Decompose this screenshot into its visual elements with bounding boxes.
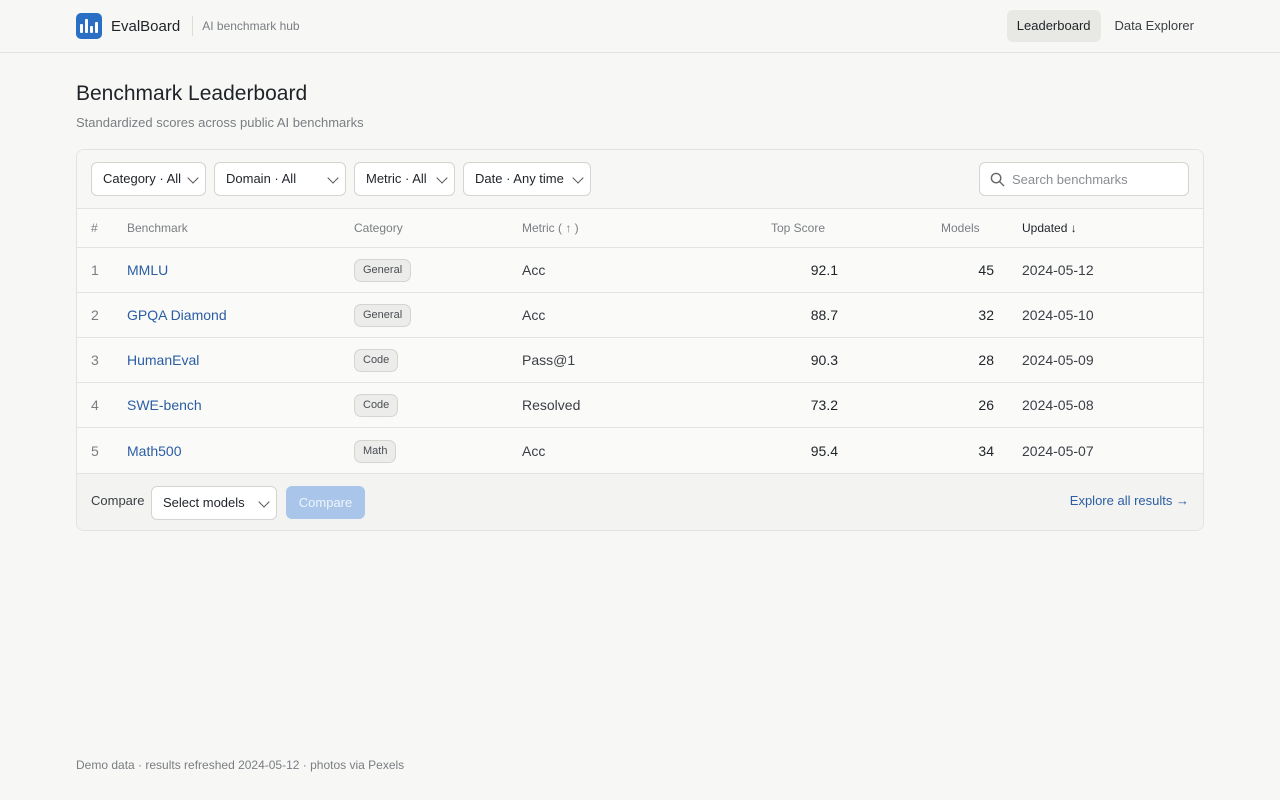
brand-divider xyxy=(192,16,194,36)
rank-cell: 1 xyxy=(91,262,99,278)
domain-filter-label: Domain · All xyxy=(226,171,297,186)
column-header-metric[interactable]: Metric ( ↑ ) xyxy=(522,209,579,248)
search-icon xyxy=(990,172,1005,187)
table-row[interactable]: 5 Math500 Math Acc 95.4 34 2024-05-07 xyxy=(77,429,1203,474)
updated-date-cell: 2024-05-09 xyxy=(1022,352,1094,368)
table-row[interactable]: 4 SWE-bench Code Resolved 73.2 26 2024-0… xyxy=(77,383,1203,428)
category-filter-dropdown[interactable]: Category · All xyxy=(91,162,206,196)
column-header-category[interactable]: Category xyxy=(354,209,403,248)
metric-cell: Acc xyxy=(522,307,546,323)
search-input[interactable] xyxy=(1012,163,1182,195)
brand-tagline: AI benchmark hub xyxy=(202,19,300,33)
column-header-benchmark[interactable]: Benchmark xyxy=(127,209,188,248)
models-count-cell: 34 xyxy=(978,443,994,459)
benchmark-link[interactable]: MMLU xyxy=(127,248,168,293)
page-subtitle: Standardized scores across public AI ben… xyxy=(76,115,364,130)
chevron-down-icon xyxy=(327,172,339,184)
chevron-down-icon xyxy=(436,172,448,184)
models-count-cell: 26 xyxy=(978,397,994,413)
top-score-cell: 73.2 xyxy=(810,397,838,413)
domain-filter-dropdown[interactable]: Domain · All xyxy=(214,162,346,196)
nav-leaderboard[interactable]: Leaderboard xyxy=(1006,10,1101,42)
updated-date-cell: 2024-05-07 xyxy=(1022,443,1094,459)
top-score-cell: 90.3 xyxy=(810,352,838,368)
models-count-cell: 32 xyxy=(978,307,994,323)
updated-date-cell: 2024-05-12 xyxy=(1022,262,1094,278)
benchmark-link[interactable]: Math500 xyxy=(127,429,181,474)
rank-cell: 5 xyxy=(91,443,99,459)
column-header-rank[interactable]: # xyxy=(91,209,98,248)
models-count-cell: 45 xyxy=(978,262,994,278)
nav-data-explorer[interactable]: Data Explorer xyxy=(1105,10,1204,42)
category-filter-label: Category · All xyxy=(103,171,182,186)
chevron-down-icon xyxy=(258,496,270,508)
chevron-down-icon xyxy=(187,172,199,184)
main-nav: Leaderboard Data Explorer xyxy=(1006,10,1204,42)
column-header-models[interactable]: Models xyxy=(941,209,980,248)
top-score-cell: 92.1 xyxy=(810,262,838,278)
filter-bar: Category · All Domain · All Metric · All… xyxy=(77,150,1203,209)
top-score-cell: 88.7 xyxy=(810,307,838,323)
rank-cell: 4 xyxy=(91,397,99,413)
metric-filter-dropdown[interactable]: Metric · All xyxy=(354,162,455,196)
page-title: Benchmark Leaderboard xyxy=(76,82,308,105)
bar-chart-logo-icon xyxy=(76,13,102,39)
compare-button[interactable]: Compare xyxy=(286,486,365,519)
top-navigation-bar: EvalBoard AI benchmark hub Leaderboard D… xyxy=(0,0,1280,53)
column-header-top-score[interactable]: Top Score xyxy=(771,209,825,248)
benchmark-link[interactable]: HumanEval xyxy=(127,338,199,383)
category-badge: Code xyxy=(354,394,399,417)
chevron-down-icon xyxy=(572,172,584,184)
explore-all-results-link[interactable]: Explore all results → xyxy=(1070,493,1189,508)
compare-bar: Compare Select models Compare Explore al… xyxy=(77,474,1203,530)
metric-filter-label: Metric · All xyxy=(366,171,427,186)
brand-name: EvalBoard xyxy=(111,17,181,35)
category-badge: General xyxy=(354,304,412,327)
select-models-label: Select models xyxy=(163,495,245,510)
metric-cell: Acc xyxy=(522,443,546,459)
table-row[interactable]: 1 MMLU General Acc 92.1 45 2024-05-12 xyxy=(77,248,1203,293)
updated-date-cell: 2024-05-10 xyxy=(1022,307,1094,323)
footer-note: Demo data · results refreshed 2024-05-12… xyxy=(76,758,405,772)
updated-date-cell: 2024-05-08 xyxy=(1022,397,1094,413)
search-box xyxy=(979,162,1189,196)
table-row[interactable]: 3 HumanEval Code Pass@1 90.3 28 2024-05-… xyxy=(77,338,1203,383)
table-row[interactable]: 2 GPQA Diamond General Acc 88.7 32 2024-… xyxy=(77,293,1203,338)
brand[interactable]: EvalBoard AI benchmark hub xyxy=(76,13,300,39)
metric-cell: Acc xyxy=(522,262,546,278)
leaderboard-card: Category · All Domain · All Metric · All… xyxy=(76,149,1204,531)
metric-cell: Pass@1 xyxy=(522,352,576,368)
category-badge: General xyxy=(354,259,412,282)
metric-cell: Resolved xyxy=(522,397,581,413)
column-header-updated[interactable]: Updated ↓ xyxy=(1022,209,1077,248)
benchmark-link[interactable]: GPQA Diamond xyxy=(127,293,227,338)
select-models-dropdown[interactable]: Select models xyxy=(151,486,277,520)
rank-cell: 2 xyxy=(91,307,99,323)
category-badge: Math xyxy=(354,440,397,463)
top-score-cell: 95.4 xyxy=(810,443,838,459)
table-header: # Benchmark Category Metric ( ↑ ) Top Sc… xyxy=(77,209,1203,248)
date-filter-dropdown[interactable]: Date · Any time xyxy=(463,162,591,196)
date-filter-label: Date · Any time xyxy=(475,171,564,186)
rank-cell: 3 xyxy=(91,352,99,368)
compare-label: Compare xyxy=(91,493,145,508)
benchmark-link[interactable]: SWE-bench xyxy=(127,383,202,428)
models-count-cell: 28 xyxy=(978,352,994,368)
category-badge: Code xyxy=(354,349,399,372)
